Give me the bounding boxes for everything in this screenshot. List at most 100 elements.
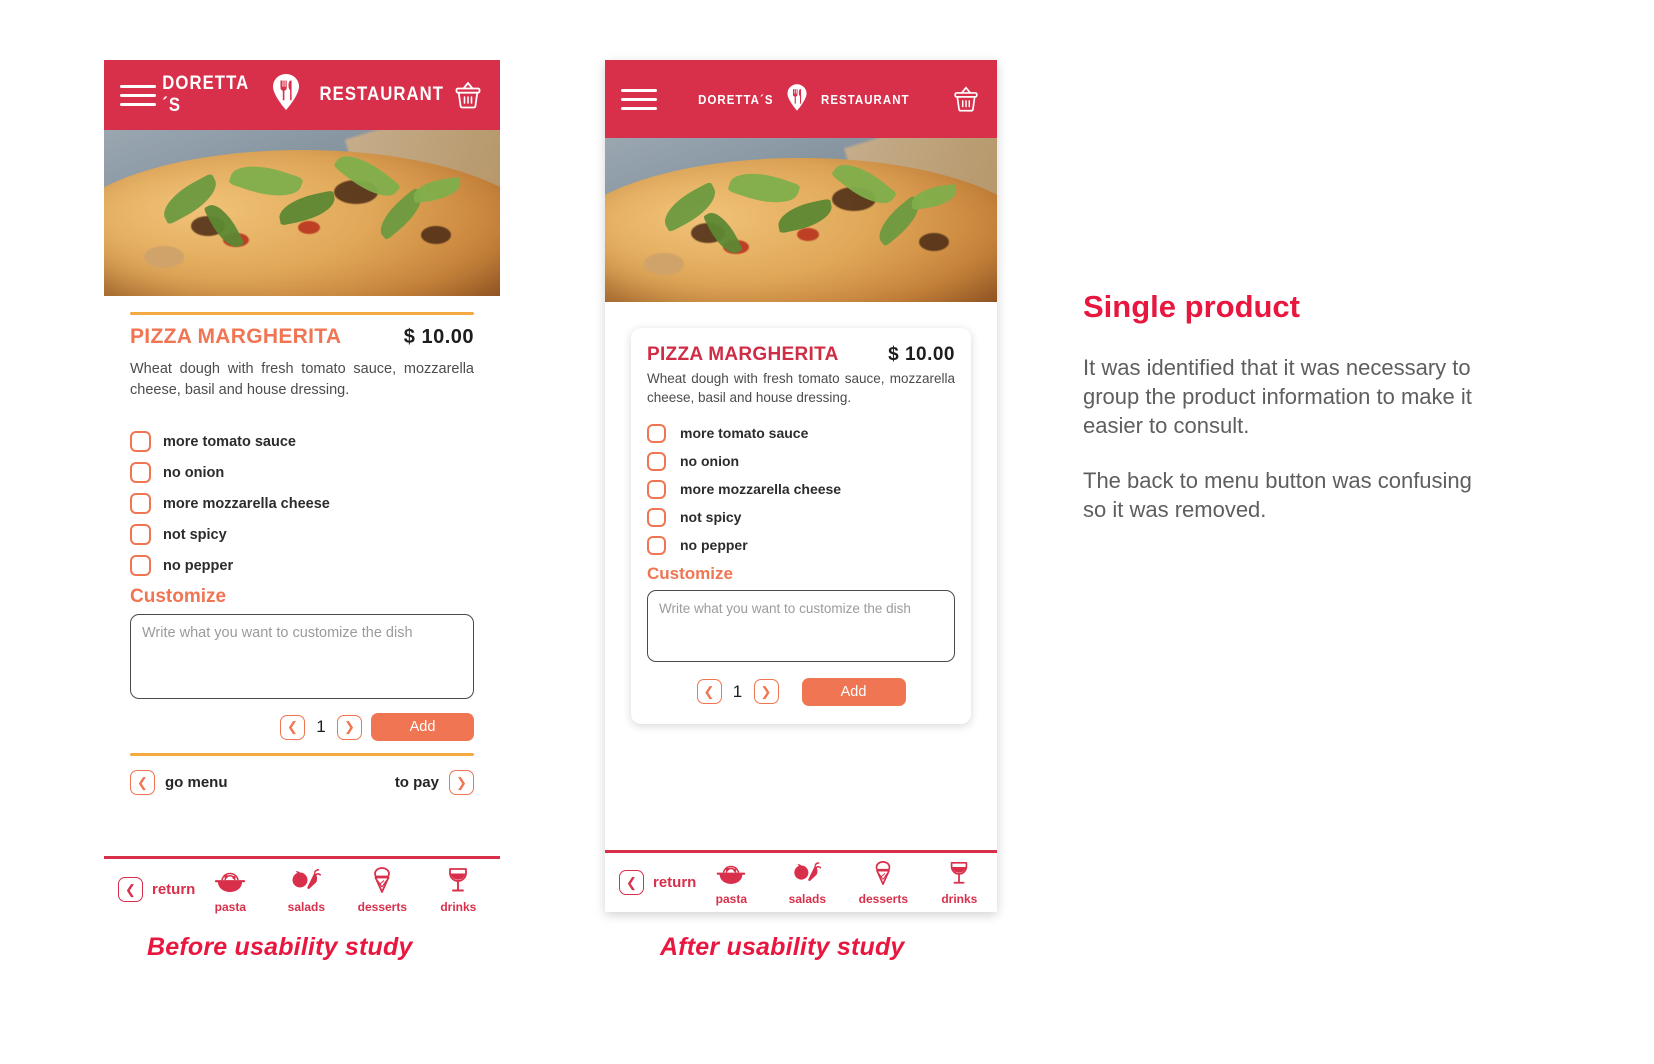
product-title: PIZZA MARGHERITA	[647, 344, 839, 365]
product-description: Wheat dough with fresh tomato sauce, moz…	[130, 361, 474, 399]
nav-item-pasta[interactable]: pasta	[702, 861, 760, 906]
brand-logo-before: DORETTA´S RESTAURANT	[156, 73, 452, 117]
option-row[interactable]: no pepper	[130, 555, 474, 577]
divider-top	[130, 312, 474, 315]
chevron-left-icon: ❮	[118, 877, 143, 902]
caption-before: Before usability study	[147, 933, 413, 961]
nav-label: desserts	[858, 891, 909, 906]
option-label: more tomato sauce	[680, 425, 809, 442]
add-button[interactable]: Add	[371, 713, 474, 742]
checkbox-more-mozzarella-cheese[interactable]	[647, 479, 666, 499]
app-header-after: DORETTA´S RESTAURANT	[605, 60, 997, 138]
checkbox-no-pepper[interactable]	[130, 555, 151, 577]
nav-label: salads	[287, 899, 326, 914]
brand-logo-after: DORETTA´S RESTAURANT	[693, 84, 915, 114]
to-pay-label: to pay	[394, 774, 439, 792]
option-label: more mozzarella cheese	[680, 481, 842, 498]
product-price: $ 10.00	[403, 326, 474, 348]
quantity-decrease-button[interactable]: ❮	[696, 679, 722, 705]
nav-item-pasta[interactable]: pasta	[201, 868, 259, 914]
option-row[interactable]: more tomato sauce	[647, 423, 955, 443]
product-title: PIZZA MARGHERITA	[130, 325, 342, 348]
after-phone-mockup: DORETTA´S RESTAURANT PIZZA MARGHERITA $ …	[605, 60, 997, 912]
customize-textarea[interactable]: Write what you want to customize the dis…	[647, 589, 955, 662]
nav-item-desserts[interactable]: desserts	[854, 860, 912, 906]
fork-knife-pin-icon	[786, 84, 808, 114]
product-card-after: PIZZA MARGHERITA $ 10.00 Wheat dough wit…	[631, 328, 971, 724]
quantity-and-add-row-after: ❮ 1 ❯ Add	[647, 677, 955, 706]
product-title-row: PIZZA MARGHERITA $ 10.00	[130, 325, 474, 349]
option-row[interactable]: no onion	[130, 462, 474, 484]
checkbox-more-tomato-sauce[interactable]	[130, 431, 151, 453]
return-label: return	[152, 881, 196, 898]
customize-textarea[interactable]: Write what you want to customize the dis…	[130, 614, 474, 700]
checkbox-not-spicy[interactable]	[647, 507, 666, 527]
chevron-left-icon: ❮	[619, 870, 644, 895]
app-header-before: DORETTA´S RESTAURANT	[104, 60, 500, 130]
customize-heading: Customize	[647, 563, 733, 583]
go-menu-label: go menu	[165, 774, 228, 792]
ice-cream-cone-icon	[367, 866, 397, 899]
return-label: return	[653, 874, 697, 891]
secondary-nav-before: ❮ go menu to pay ❯	[130, 770, 474, 796]
bottom-nav-after: ❮ return pasta salads desserts drinks	[605, 850, 997, 912]
go-menu-button[interactable]: ❮ go menu	[130, 770, 228, 796]
nav-item-salads[interactable]: salads	[778, 861, 836, 906]
product-title-row: PIZZA MARGHERITA $ 10.00	[647, 344, 955, 366]
nav-item-salads[interactable]: salads	[277, 868, 335, 914]
quantity-decrease-button[interactable]: ❮	[280, 714, 305, 740]
brand-name-right: RESTAURANT	[820, 91, 910, 107]
caption-after: After usability study	[660, 933, 905, 961]
option-label: not spicy	[163, 526, 227, 543]
nav-item-desserts[interactable]: desserts	[353, 866, 411, 914]
quantity-increase-button[interactable]: ❯	[337, 714, 362, 740]
ice-cream-cone-icon	[869, 860, 897, 891]
chevron-right-icon: ❯	[449, 770, 474, 796]
hamburger-menu-icon[interactable]	[120, 84, 156, 106]
checkbox-not-spicy[interactable]	[130, 524, 151, 546]
checkbox-more-mozzarella-cheese[interactable]	[130, 493, 151, 515]
brand-name-right: RESTAURANT	[319, 84, 444, 105]
divider-bottom	[130, 753, 474, 757]
annotation-panel: Single product It was identified that it…	[1083, 289, 1483, 550]
option-row[interactable]: no onion	[647, 451, 955, 471]
checkbox-no-onion[interactable]	[647, 451, 666, 471]
nav-label: pasta	[214, 899, 247, 914]
nav-item-drinks[interactable]: drinks	[930, 860, 988, 906]
quantity-and-add-row-before: ❮ 1 ❯ Add	[130, 713, 474, 742]
product-hero-image-before	[104, 130, 500, 296]
screenshot-canvas: DORETTA´S RESTAURANT PIZZA MARGHERITA $ …	[0, 0, 1654, 1064]
brand-name-left: DORETTA´S	[697, 91, 774, 107]
option-row[interactable]: more mozzarella cheese	[130, 493, 474, 515]
quantity-value: 1	[732, 681, 743, 701]
wine-glass-icon	[444, 866, 472, 899]
option-row[interactable]: more tomato sauce	[130, 431, 474, 453]
option-label: no pepper	[163, 557, 234, 574]
option-row[interactable]: more mozzarella cheese	[647, 479, 955, 499]
annotation-paragraph-2: The back to menu button was confusing so…	[1083, 468, 1472, 523]
hamburger-menu-icon[interactable]	[621, 88, 657, 110]
wine-glass-icon	[946, 860, 972, 891]
return-button[interactable]: ❮ return	[118, 877, 195, 902]
checkbox-no-pepper[interactable]	[647, 535, 666, 555]
add-button[interactable]: Add	[801, 677, 906, 706]
tomato-carrot-icon	[289, 868, 323, 899]
option-label: no pepper	[680, 537, 748, 554]
checkbox-no-onion[interactable]	[130, 462, 151, 484]
option-list-before: more tomato sauce no onion more mozzarel…	[130, 431, 474, 577]
option-row[interactable]: no pepper	[647, 535, 955, 555]
basket-icon[interactable]	[452, 79, 484, 111]
to-pay-button[interactable]: to pay ❯	[394, 770, 474, 796]
brand-name-left: DORETTA´S	[162, 73, 250, 116]
option-label: no onion	[680, 453, 740, 470]
return-button[interactable]: ❮ return	[619, 870, 696, 895]
fork-knife-pin-icon	[271, 74, 301, 116]
checkbox-more-tomato-sauce[interactable]	[647, 423, 666, 443]
option-label: no onion	[163, 464, 225, 481]
nav-item-drinks[interactable]: drinks	[429, 866, 487, 914]
option-row[interactable]: not spicy	[130, 524, 474, 546]
nav-label: drinks	[941, 891, 978, 906]
basket-icon[interactable]	[951, 84, 981, 114]
option-row[interactable]: not spicy	[647, 507, 955, 527]
quantity-increase-button[interactable]: ❯	[753, 679, 779, 705]
